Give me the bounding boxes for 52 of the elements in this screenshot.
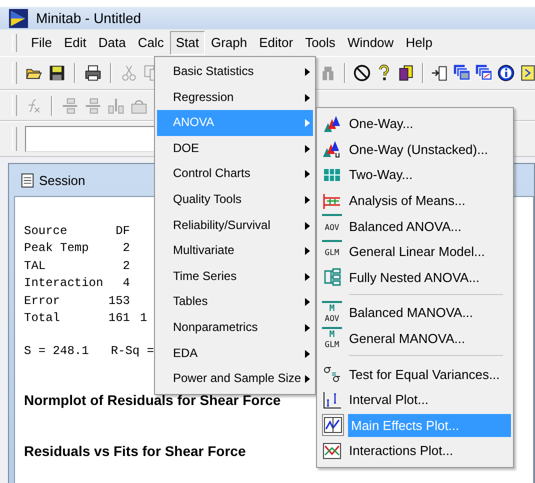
menu-item[interactable]: EDA: [157, 340, 313, 366]
menu-bar-item[interactable]: Data: [92, 31, 132, 55]
column-header: DF: [114, 224, 130, 238]
table-cell-text: 2: [122, 258, 130, 273]
menu-item[interactable]: Interactions Plot...: [346, 439, 511, 462]
menu-bar-item[interactable]: Help: [400, 31, 438, 55]
menu-item[interactable]: Regression: [157, 84, 313, 110]
menu-item[interactable]: Analysis of Means...: [346, 189, 511, 212]
table-cell-text: Total: [24, 311, 62, 326]
menu-item[interactable]: Balanced ANOVA...: [346, 214, 511, 238]
menu-item[interactable]: Two-Way...: [346, 163, 511, 186]
menu-item[interactable]: Control Charts: [157, 161, 313, 187]
menu-item[interactable]: Power and Sample Size: [157, 366, 313, 392]
menu-item[interactable]: General MANOVA...: [346, 327, 511, 350]
fit-statistic: S = 248.1: [24, 344, 89, 358]
menu-item[interactable]: Reliability/Survival: [157, 212, 313, 238]
fit-statistic: R-Sq =: [110, 344, 154, 358]
menu-item[interactable]: One-Way (Unstacked)...: [346, 138, 511, 161]
output-heading: Residuals vs Fits for Shear Force: [24, 443, 246, 459]
table-cell: 1: [140, 311, 148, 326]
table-cell-text: 2: [122, 241, 130, 256]
menu-bar-item[interactable]: Stat: [170, 31, 205, 55]
menu-item[interactable]: Fully Nested ANOVA...: [346, 266, 511, 289]
menu-bar-item[interactable]: Calc: [132, 31, 170, 55]
menu-bar-item[interactable]: Editor: [253, 31, 300, 55]
menu-bar-item[interactable]: File: [25, 31, 58, 55]
table-cell-text: 161: [107, 311, 130, 326]
menu-item[interactable]: Quality Tools: [157, 186, 313, 213]
menu-item[interactable]: Interval Plot...: [346, 388, 511, 412]
menu-bar-item[interactable]: Window: [341, 31, 400, 55]
menu-item[interactable]: Tables: [157, 289, 313, 315]
menu-bar-item[interactable]: Graph: [204, 31, 254, 55]
window-title: Minitab - Untitled: [36, 10, 142, 26]
menu-item[interactable]: One-Way...: [346, 112, 511, 136]
menu-item[interactable]: Time Series: [157, 264, 313, 290]
menu-item[interactable]: DOE: [157, 136, 313, 162]
table-cell-text: Peak Temp: [24, 241, 90, 256]
session-title: Session: [39, 172, 86, 188]
menu-item[interactable]: Nonparametrics: [157, 314, 313, 341]
menu-item[interactable]: Test for Equal Variances...: [346, 362, 511, 386]
column-header: Source: [24, 224, 68, 238]
table-cell-text: TAL: [24, 258, 47, 273]
menu-item[interactable]: Multivariate: [157, 238, 313, 264]
output-heading: Normplot of Residuals for Shear Force: [24, 392, 281, 408]
menu-item[interactable]: General Linear Model...: [346, 240, 511, 264]
table-cell-text: 153: [107, 294, 130, 308]
menu-item[interactable]: Balanced MANOVA...: [346, 301, 511, 324]
table-cell-text: Interaction: [24, 276, 104, 290]
menu-bar-item[interactable]: Tools: [299, 31, 342, 55]
table-cell-text: Error: [24, 294, 62, 308]
table-cell-text: 4: [122, 276, 130, 290]
menu-bar-item[interactable]: Edit: [58, 31, 92, 55]
